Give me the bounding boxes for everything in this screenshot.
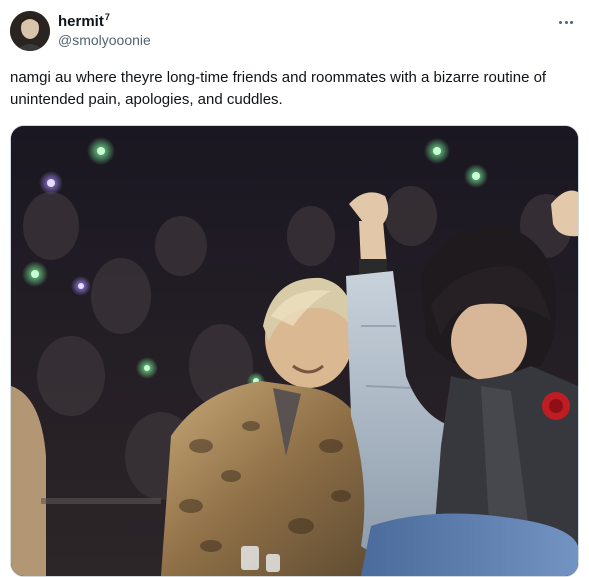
tweet-media-photo[interactable] bbox=[10, 125, 579, 577]
tweet-text: namgi au where theyre long-time friends … bbox=[10, 69, 551, 108]
avatar[interactable] bbox=[10, 11, 50, 51]
display-name-suffix: 7 bbox=[104, 12, 110, 22]
author-name-row[interactable]: hermit 7 bbox=[58, 12, 110, 30]
more-options-icon[interactable] bbox=[556, 14, 576, 30]
tweet-card: hermit 7 @smolyooonie namgi au where the… bbox=[0, 0, 589, 577]
concert-photo-icon bbox=[11, 126, 578, 576]
author-handle[interactable]: @smolyooonie bbox=[58, 32, 151, 48]
display-name[interactable]: hermit bbox=[58, 13, 104, 30]
avatar-photo-icon bbox=[10, 11, 50, 51]
